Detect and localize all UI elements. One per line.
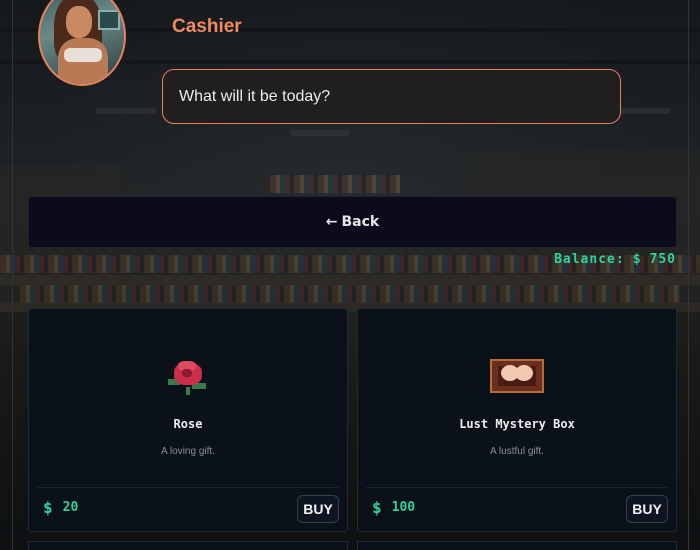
back-button-label: Back (341, 214, 380, 230)
balance-value: 750 (649, 252, 676, 267)
item-price: $ 100 (372, 498, 415, 517)
shop-item-card: Lust Mystery Box A lustful gift. $ 100 B… (357, 308, 677, 532)
item-description: A lustful gift. (490, 446, 544, 457)
back-button[interactable]: ← Back (28, 196, 677, 248)
buy-button[interactable]: BUY (297, 495, 339, 523)
dollar-icon: $ (632, 252, 642, 267)
mystery-box-icon (490, 359, 544, 393)
item-name: Rose (173, 417, 203, 431)
item-name: Lust Mystery Box (459, 417, 575, 431)
speaker-name: Cashier (172, 16, 242, 37)
balance-label: Balance: (554, 252, 625, 267)
buy-button[interactable]: BUY (626, 495, 668, 523)
dialogue-text: What will it be today? (179, 87, 331, 105)
item-price: $ 20 (43, 498, 78, 517)
dollar-icon: $ (43, 498, 53, 517)
shop-item-card-partial (28, 541, 348, 550)
frame-border-right (688, 0, 689, 550)
item-description: A loving gift. (161, 446, 215, 457)
dialogue-bubble: What will it be today? (162, 69, 621, 124)
shop-item-card-partial (357, 541, 677, 550)
dollar-icon: $ (372, 498, 382, 517)
balance-display: Balance: $ 750 (554, 252, 676, 267)
rose-icon (162, 359, 214, 395)
shop-item-card: Rose A loving gift. $ 20 BUY (28, 308, 348, 532)
item-price-value: 100 (391, 500, 416, 515)
back-arrow-icon: ← (325, 214, 338, 230)
item-price-value: 20 (62, 500, 79, 515)
frame-border-left (12, 0, 13, 550)
